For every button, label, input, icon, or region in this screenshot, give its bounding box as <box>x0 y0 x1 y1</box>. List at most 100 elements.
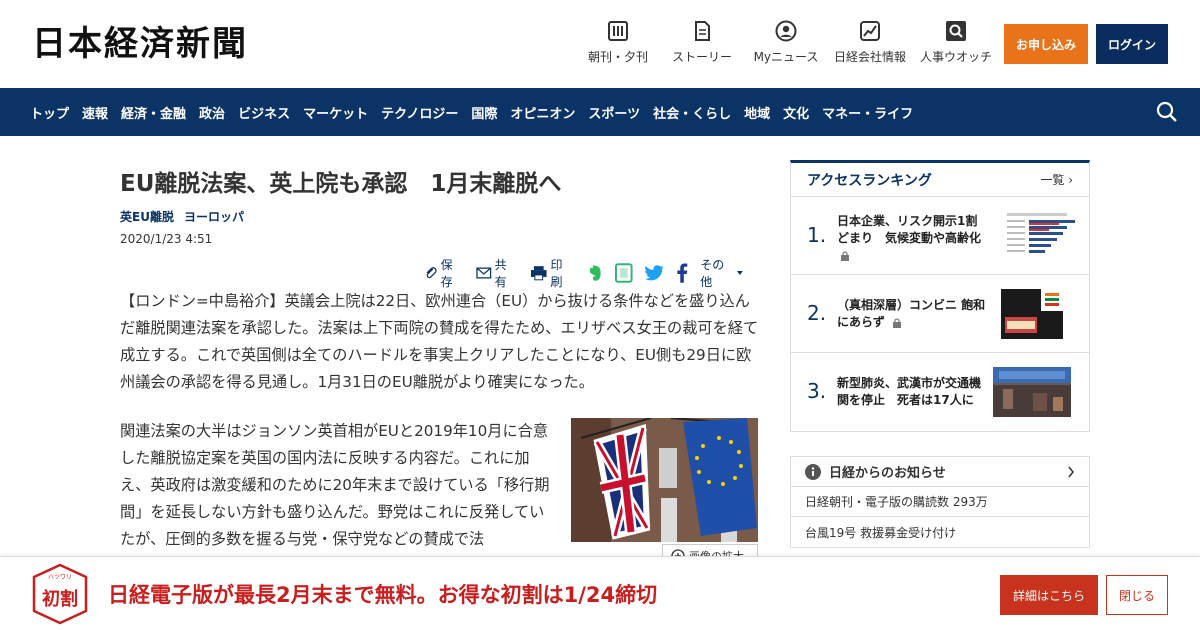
ranking-number: 3. <box>807 379 827 403</box>
login-button[interactable]: ログイン <box>1096 24 1168 64</box>
article-date: 2020/1/23 4:51 <box>120 232 213 246</box>
tag-link[interactable]: ヨーロッパ <box>184 208 244 225</box>
promo-banner: ハツワリ 初割 日経電子版が最長2月末まで無料。お得な初割は1/24締切 詳細は… <box>0 556 1200 630</box>
hatsuwari-badge-icon: ハツワリ 初割 <box>32 563 88 625</box>
category-item[interactable]: 政治 <box>199 103 225 122</box>
ranking-more-label: 一覧 <box>1040 173 1065 187</box>
nav-morning-evening-edition[interactable]: 朝刊・夕刊 <box>576 20 660 65</box>
flags-image <box>571 418 758 542</box>
nav-company-info[interactable]: 日経会社情報 <box>828 20 912 65</box>
ranking-thumbnail-store <box>1001 289 1063 339</box>
ranking-title: アクセスランキング <box>807 172 932 189</box>
article-actions: 保存 共有 印刷 その他 <box>424 256 760 290</box>
ranking-item[interactable]: 1. 日本企業、リスク開示1割どまり 気候変動や高齢化 <box>791 197 1089 275</box>
newspaper-icon <box>608 21 628 41</box>
article: EU離脱法案、英上院も承認 1月末離脱へ 英EU離脱 ヨーロッパ 2020/1/… <box>120 160 760 568</box>
article-title: EU離脱法案、英上院も承認 1月末離脱へ <box>120 171 562 197</box>
save-button[interactable]: 保存 <box>424 256 464 290</box>
print-button[interactable]: 印刷 <box>530 256 574 290</box>
category-navbar: トップ 速報 経済・金融 政治 ビジネス マーケット テクノロジー 国際 オピニ… <box>0 88 1200 136</box>
nav-my-news[interactable]: Myニュース <box>744 20 828 65</box>
twitter-icon[interactable] <box>645 265 665 281</box>
more-label: その他 <box>700 258 725 289</box>
ranking-more-link[interactable]: 一覧 › <box>1040 171 1073 188</box>
article-tags: 英EU離脱 ヨーロッパ <box>120 208 760 225</box>
search-icon[interactable] <box>1156 101 1178 123</box>
category-item[interactable]: マネー・ライフ <box>822 103 913 122</box>
ranking-headline-text: 新型肺炎、武漢市が交通機関を停止 死者は17人に <box>837 376 982 407</box>
notice-link[interactable]: 日経朝刊・電子版の購読数 293万 <box>791 487 1089 517</box>
more-share-button[interactable]: その他 <box>700 256 748 290</box>
badge-ruby: ハツワリ <box>48 574 72 581</box>
ranking-item[interactable]: 3. 新型肺炎、武漢市が交通機関を停止 死者は17人に <box>791 353 1089 431</box>
close-button[interactable]: 閉じる <box>1106 575 1168 615</box>
category-item[interactable]: テクノロジー <box>381 103 458 122</box>
nav-label: 日経会社情報 <box>833 50 906 64</box>
category-item[interactable]: スポーツ <box>588 103 640 122</box>
save-label: 保存 <box>440 258 453 289</box>
ranking-headline-text: （真相深層）コンビニ 飽和にあらず <box>837 298 986 329</box>
promo-text: 日経電子版が最長2月末まで無料。お得な初割は1/24締切 <box>108 583 658 607</box>
category-item[interactable]: 経済・金融 <box>121 103 186 122</box>
paperclip-icon <box>426 267 437 279</box>
nav-label: ストーリー <box>671 50 732 64</box>
ranking-item[interactable]: 2. （真相深層）コンビニ 飽和にあらず <box>791 275 1089 353</box>
details-button[interactable]: 詳細はこちら <box>1000 575 1098 615</box>
category-item[interactable]: マーケット <box>303 103 368 122</box>
evernote-icon[interactable] <box>586 264 604 282</box>
notices-title: 日経からのお知らせ <box>829 466 946 481</box>
nikkei-notices: 日経からのお知らせ 日経朝刊・電子版の購読数 293万 台風19号 救援募金受け… <box>790 456 1090 548</box>
ranking-headline: 新型肺炎、武漢市が交通機関を停止 死者は17人に <box>837 375 987 409</box>
facebook-icon[interactable] <box>676 263 688 283</box>
chevron-right-icon <box>1068 466 1074 478</box>
user-icon <box>775 20 797 42</box>
mail-icon <box>476 267 492 279</box>
ranking-number: 1. <box>807 223 827 247</box>
notices-header[interactable]: 日経からのお知らせ <box>791 457 1089 487</box>
article-photo-flags[interactable] <box>571 418 758 542</box>
article-body: 関連法案の大半はジョンソン英首相がEUと2019年10月に合意した離脱協定案を英… <box>120 422 550 548</box>
category-item[interactable]: 国際 <box>471 103 497 122</box>
lock-icon <box>892 317 901 328</box>
apply-button[interactable]: お申し込み <box>1004 24 1088 64</box>
printer-icon <box>530 266 547 281</box>
category-list: トップ 速報 経済・金融 政治 ビジネス マーケット テクノロジー 国際 オピニ… <box>30 88 926 136</box>
category-item[interactable]: オピニオン <box>510 103 575 122</box>
tag-link[interactable]: 英EU離脱 <box>120 208 174 225</box>
category-item[interactable]: 速報 <box>82 103 108 122</box>
ranking-thumbnail-wuhan <box>993 367 1071 417</box>
ranking-number: 2. <box>807 301 827 325</box>
ranking-thumbnail-chart <box>1003 211 1081 261</box>
notice-link[interactable]: 台風19号 救援募金受け付け <box>791 517 1089 547</box>
share-label: 共有 <box>494 258 507 289</box>
nikkei-logo[interactable]: 日本経済新聞 <box>32 24 248 64</box>
ranking-headline-text: 日本企業、リスク開示1割どまり 気候変動や高齢化 <box>837 214 982 245</box>
category-item[interactable]: 文化 <box>783 103 809 122</box>
ranking-headline: （真相深層）コンビニ 飽和にあらず <box>837 297 987 331</box>
bookmark-app-icon[interactable] <box>615 263 633 283</box>
chart-icon <box>860 21 880 41</box>
nav-story[interactable]: ストーリー <box>660 20 744 65</box>
access-ranking: アクセスランキング 一覧 › 1. 日本企業、リスク開示1割どまり 気候変動や高… <box>790 160 1090 432</box>
category-item[interactable]: トップ <box>30 103 69 122</box>
lock-icon <box>841 250 849 261</box>
category-item[interactable]: ビジネス <box>238 103 290 122</box>
ranking-header: アクセスランキング 一覧 › <box>791 163 1089 197</box>
search-person-icon <box>946 21 966 41</box>
header-nav: 朝刊・夕刊 ストーリー Myニュース 日経会社情報 人事ウオッチ <box>576 20 1000 65</box>
print-label: 印刷 <box>550 258 563 289</box>
category-item[interactable]: 社会・くらし <box>653 103 731 122</box>
info-icon <box>805 463 821 480</box>
nav-label: 人事ウオッチ <box>919 50 992 64</box>
ranking-headline: 日本企業、リスク開示1割どまり 気候変動や高齢化 <box>837 213 987 264</box>
caret-down-icon <box>737 271 744 275</box>
nav-label: 朝刊・夕刊 <box>587 50 648 64</box>
category-item[interactable]: 地域 <box>744 103 770 122</box>
share-button[interactable]: 共有 <box>476 256 518 290</box>
document-icon <box>695 21 710 41</box>
nav-label: Myニュース <box>753 50 819 64</box>
badge-text: 初割 <box>42 588 78 610</box>
nav-personnel-watch[interactable]: 人事ウオッチ <box>912 20 1000 65</box>
site-header: 日本経済新聞 朝刊・夕刊 ストーリー Myニュース 日経会社情報 人事ウオッチ … <box>0 0 1200 88</box>
article-lead: 【ロンドン=中島裕介】英議会上院は22日、欧州連合（EU）から抜ける条件などを盛… <box>120 292 759 391</box>
